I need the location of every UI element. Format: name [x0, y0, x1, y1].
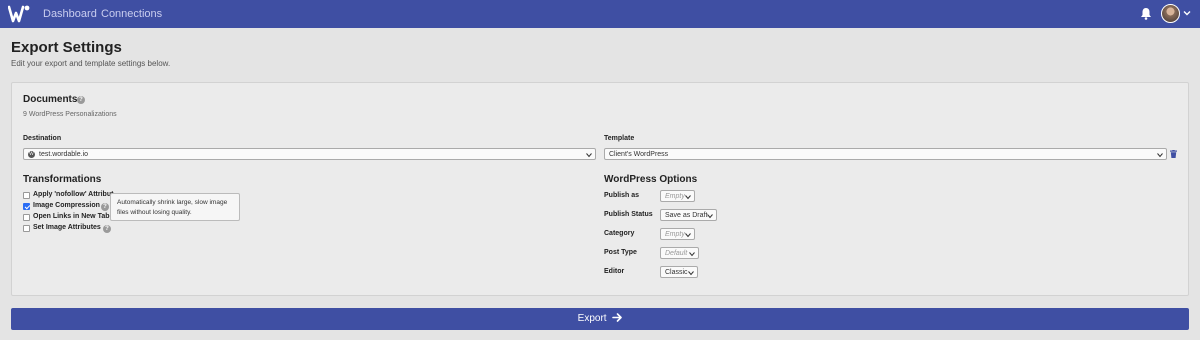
help-icon[interactable]: ?	[101, 203, 109, 211]
arrow-right-icon	[612, 313, 623, 322]
category-label: Category	[604, 230, 635, 237]
transformations-title: Transformations	[23, 174, 102, 185]
help-icon[interactable]: ?	[103, 225, 111, 233]
destination-label: Destination	[23, 135, 62, 142]
publish-status-select[interactable]: Save as Draft	[660, 209, 717, 221]
open-links-checkbox[interactable]	[23, 214, 30, 221]
chevron-down-icon	[586, 152, 592, 157]
chevron-down-icon	[689, 251, 695, 256]
page-subtitle: Edit your export and template settings b…	[11, 59, 171, 68]
documents-title: Documents	[23, 94, 78, 105]
chevron-down-icon	[1157, 152, 1163, 157]
editor-value: Classic	[665, 268, 688, 276]
publish-as-select[interactable]: Empty	[660, 190, 695, 202]
wordable-logo-icon[interactable]	[8, 4, 30, 24]
top-navbar: Dashboard Connections	[0, 0, 1200, 28]
bell-icon[interactable]	[1140, 7, 1152, 20]
category-value: Empty	[665, 230, 685, 238]
editor-select[interactable]: Classic	[660, 266, 698, 278]
category-select[interactable]: Empty	[660, 228, 695, 240]
nav-connections-link[interactable]: Connections	[101, 8, 162, 20]
avatar[interactable]	[1161, 4, 1180, 23]
image-attributes-label: Set Image Attributes	[33, 224, 101, 231]
export-label: Export	[577, 313, 607, 324]
nofollow-checkbox[interactable]	[23, 192, 30, 199]
trash-icon[interactable]	[1170, 150, 1177, 158]
destination-value: test.wordable.io	[39, 150, 89, 158]
open-links-label: Open Links in New Tab	[33, 213, 110, 220]
image-compression-tooltip: Automatically shrink large, slow image f…	[110, 193, 240, 221]
publish-status-label: Publish Status	[604, 211, 653, 218]
chevron-down-icon	[685, 232, 691, 237]
image-compression-checkbox[interactable]	[23, 203, 30, 210]
publish-as-label: Publish as	[604, 192, 640, 199]
template-value: Client's WordPress	[609, 150, 669, 158]
post-type-label: Post Type	[604, 249, 637, 256]
image-compression-label: Image Compression	[33, 202, 100, 209]
chevron-down-icon	[688, 270, 694, 275]
wordpress-icon: W	[28, 151, 35, 158]
publish-as-value: Empty	[665, 192, 685, 200]
post-type-value: Default	[665, 249, 688, 257]
page-title: Export Settings	[11, 39, 122, 56]
documents-count: 9 WordPress Personalizations	[23, 111, 117, 118]
help-icon[interactable]: ?	[77, 96, 85, 104]
template-label: Template	[604, 135, 635, 142]
export-button[interactable]: Export	[11, 308, 1189, 330]
publish-status-value: Save as Draft	[665, 211, 708, 219]
image-attributes-checkbox[interactable]	[23, 225, 30, 232]
chevron-down-icon	[707, 213, 713, 218]
settings-card	[11, 82, 1189, 296]
post-type-select[interactable]: Default	[660, 247, 699, 259]
wp-options-title: WordPress Options	[604, 174, 698, 185]
chevron-down-icon	[685, 194, 691, 199]
nofollow-label: Apply 'nofollow' Attribut	[33, 191, 114, 198]
editor-label: Editor	[604, 268, 625, 275]
nav-dashboard-link[interactable]: Dashboard	[43, 8, 97, 20]
chevron-down-icon[interactable]	[1183, 9, 1191, 17]
template-select[interactable]: Client's WordPress	[604, 148, 1167, 160]
destination-select[interactable]: W test.wordable.io	[23, 148, 596, 160]
